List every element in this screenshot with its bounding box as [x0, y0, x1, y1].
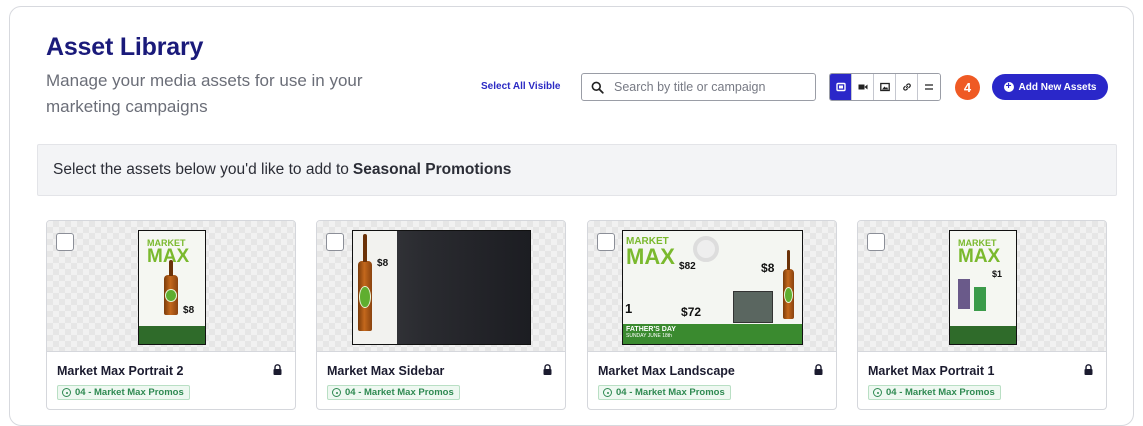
campaign-tag-label: 04 - Market Max Promos: [886, 387, 995, 398]
campaign-tag-label: 04 - Market Max Promos: [75, 387, 184, 398]
headphones-image: [693, 236, 719, 262]
asset-thumbnail[interactable]: MARKET MAX $8: [47, 221, 295, 352]
artwork-logo-line2: MAX: [626, 244, 675, 269]
asset-artwork-image: MARKET MAX $82 $8 $72 1 FATHER'S DAY SUN…: [622, 230, 803, 345]
artwork-fathers-day-date: SUNDAY JUNE 18th: [626, 333, 672, 339]
add-new-assets-label: Add New Assets: [1018, 81, 1097, 93]
asset-name: Market Max Landscape: [598, 364, 735, 378]
asset-artwork-image: $8: [352, 230, 531, 345]
search-input[interactable]: [614, 80, 804, 94]
lock-icon: [273, 364, 282, 375]
artwork-price: $8: [377, 258, 389, 269]
campaign-tag-label: 04 - Market Max Promos: [616, 387, 725, 398]
campaign-tag[interactable]: 04 - Market Max Promos: [327, 385, 460, 400]
product-box-image: [958, 279, 970, 309]
artwork-footer: FATHER'S DAY SUNDAY JUNE 18th: [623, 324, 802, 344]
more-filter-toggle[interactable]: [918, 74, 940, 100]
bottle-image: [164, 259, 178, 315]
search-icon: [591, 81, 604, 94]
asset-checkbox[interactable]: [326, 233, 344, 251]
target-icon: [603, 388, 612, 397]
artwork-fathers-day: FATHER'S DAY: [626, 326, 676, 333]
video-filter-toggle[interactable]: [852, 74, 874, 100]
page-title: Asset Library: [46, 33, 204, 61]
plus-circle-icon: +: [1003, 82, 1014, 92]
target-icon: [332, 388, 341, 397]
campaign-tag[interactable]: 04 - Market Max Promos: [598, 385, 731, 400]
asset-name: Market Max Portrait 1: [868, 364, 995, 378]
asset-name: Market Max Portrait 2: [57, 364, 184, 378]
page-subtitle: Manage your media assets for use in your…: [46, 71, 363, 116]
video-filter-icon: [858, 84, 867, 90]
select-all-visible-link[interactable]: Select All Visible: [481, 81, 560, 92]
asset-artwork-image: MARKET MAX $1: [949, 230, 1017, 345]
lock-icon: [543, 364, 552, 375]
target-icon: [873, 388, 882, 397]
image-filter-icon: [835, 82, 846, 92]
artwork-price: $8: [183, 305, 195, 316]
lock-icon: [814, 364, 823, 375]
asset-thumbnail[interactable]: MARKET MAX $1: [858, 221, 1106, 352]
asset-card[interactable]: $8 Market Max Sidebar 04 - Market Max Pr…: [316, 220, 566, 410]
campaign-selection-banner: Select the assets below you'd like to ad…: [37, 144, 1117, 196]
campaign-tag[interactable]: 04 - Market Max Promos: [57, 385, 190, 400]
asset-card[interactable]: MARKET MAX $8 Market Max Portrait 2 04 -…: [46, 220, 296, 410]
artwork-logo-line2: MAX: [958, 246, 1001, 267]
photo-filter-icon: [879, 82, 890, 92]
asset-checkbox[interactable]: [56, 233, 74, 251]
product-box-image: [974, 287, 986, 311]
notification-badge[interactable]: 4: [955, 75, 980, 100]
asset-artwork-image: MARKET MAX $8: [138, 230, 206, 345]
photo-filter-toggle[interactable]: [874, 74, 896, 100]
artwork-price: $82: [679, 261, 696, 272]
bottle-image: [358, 234, 372, 331]
artwork-price: $1: [992, 269, 1003, 279]
banner-text: Select the assets below you'd like to ad…: [53, 161, 349, 178]
asset-thumbnail[interactable]: $8: [317, 221, 565, 352]
target-icon: [62, 388, 71, 397]
asset-card[interactable]: MARKET MAX $82 $8 $72 1 FATHER'S DAY SUN…: [587, 220, 837, 410]
link-filter-toggle[interactable]: [896, 74, 918, 100]
artwork-price: 1: [625, 301, 633, 316]
more-filter-icon: [925, 84, 933, 90]
asset-card[interactable]: MARKET MAX $1 Market Max Portrait 1 04 -…: [857, 220, 1107, 410]
bottle-image: [783, 250, 794, 319]
search-box[interactable]: [581, 73, 816, 101]
cooler-image: [733, 291, 773, 323]
artwork-price: $72: [681, 305, 702, 319]
image-filter-toggle[interactable]: [830, 74, 852, 100]
link-filter-icon: [902, 83, 911, 91]
campaign-tag-label: 04 - Market Max Promos: [345, 387, 454, 398]
lock-icon: [1084, 364, 1093, 375]
asset-name: Market Max Sidebar: [327, 364, 445, 378]
asset-thumbnail[interactable]: MARKET MAX $82 $8 $72 1 FATHER'S DAY SUN…: [588, 221, 836, 352]
asset-checkbox[interactable]: [867, 233, 885, 251]
artwork-footer: [950, 326, 1016, 344]
artwork-price: $8: [761, 261, 775, 275]
asset-checkbox[interactable]: [597, 233, 615, 251]
banner-campaign-name: Seasonal Promotions: [352, 161, 512, 178]
campaign-tag[interactable]: 04 - Market Max Promos: [868, 385, 1001, 400]
artwork-footer: [139, 326, 205, 344]
add-new-assets-button[interactable]: + Add New Assets: [992, 74, 1108, 100]
asset-type-filter: [829, 73, 941, 101]
